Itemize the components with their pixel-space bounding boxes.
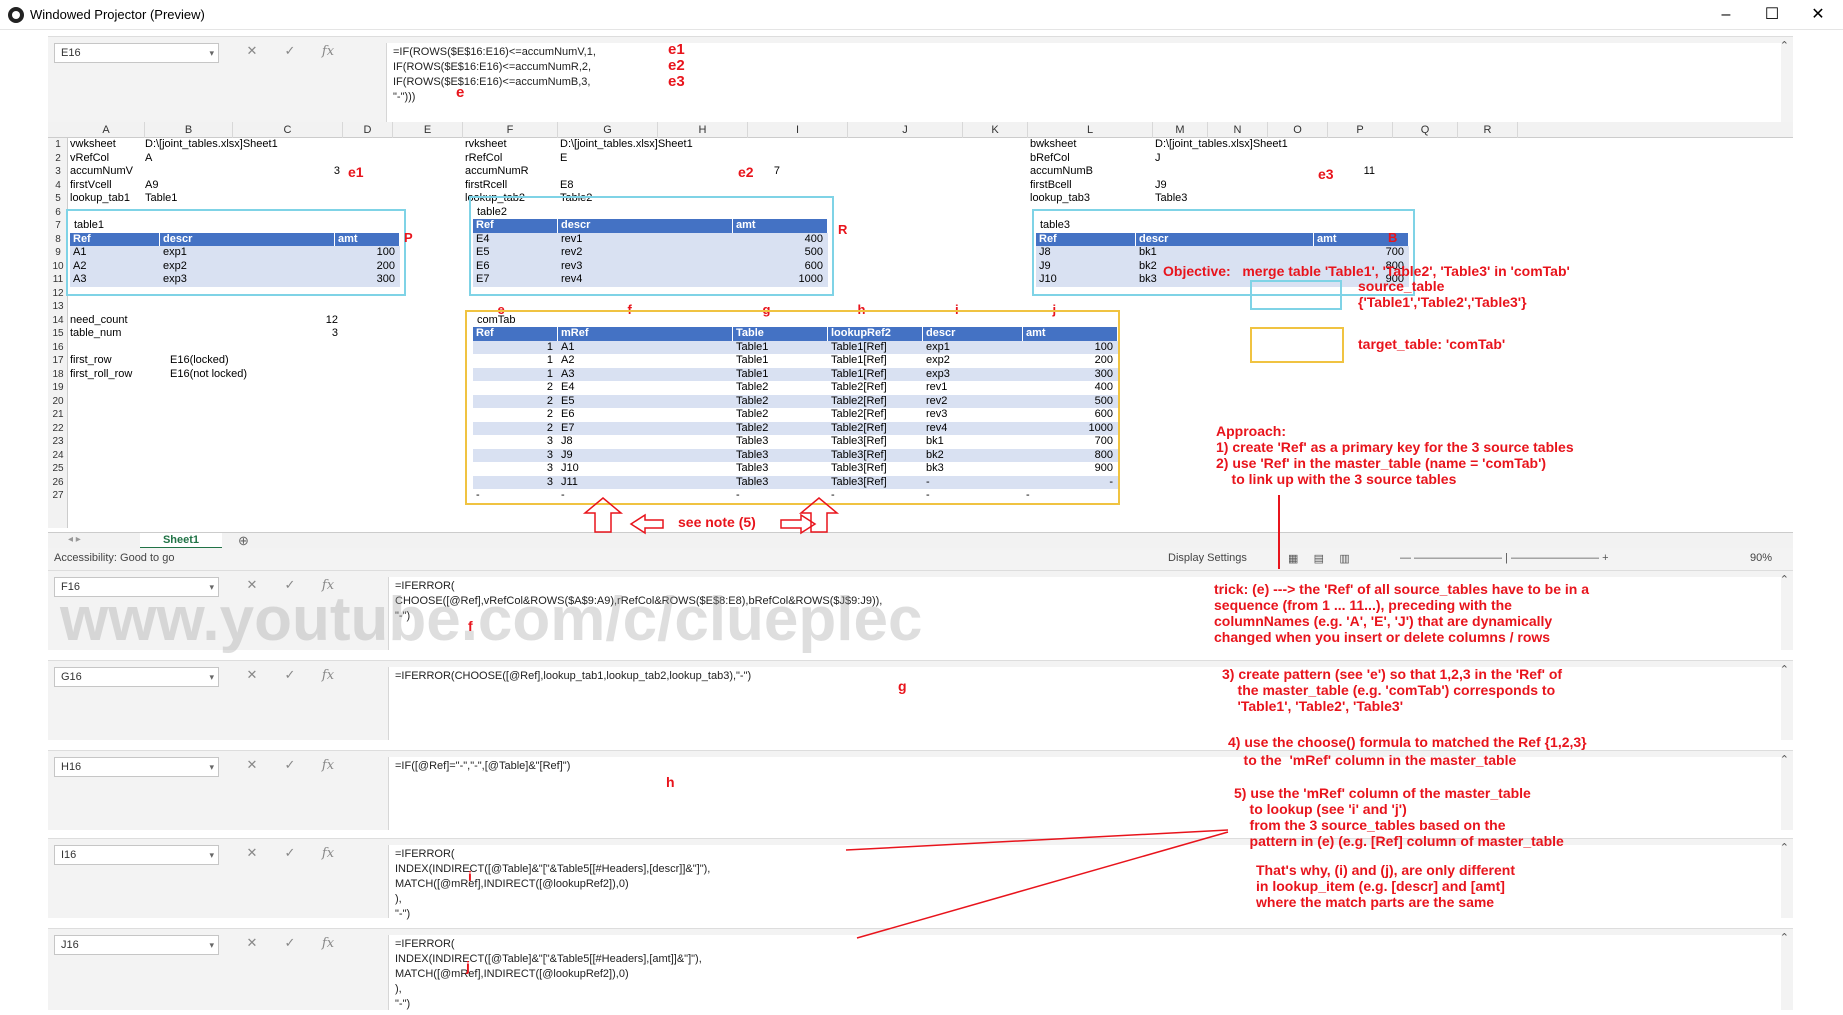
formula-tag-i: i	[468, 868, 472, 884]
pointer-j	[856, 831, 1229, 939]
formula-tag-f: f	[468, 618, 473, 634]
minimize-button[interactable]: –	[1703, 0, 1749, 30]
obs-logo-icon	[8, 7, 24, 23]
formula-tag-j: j	[466, 958, 470, 974]
projector-content: E16 ✕✓fx =IF(ROWS($E$16:E16)<=accumNumV,…	[48, 30, 1793, 1015]
arrow-left	[629, 513, 664, 535]
arrow-up-2	[798, 497, 840, 533]
window-titlebar: Windowed Projector (Preview) – ☐ ✕	[0, 0, 1843, 30]
formula-tag-h: h	[666, 774, 675, 790]
close-button[interactable]: ✕	[1795, 0, 1841, 30]
annotation-arrows	[582, 497, 1229, 939]
arrow-right	[780, 513, 817, 535]
window-title: Windowed Projector (Preview)	[30, 7, 205, 22]
arrow-up-1	[582, 497, 624, 533]
maximize-button[interactable]: ☐	[1749, 0, 1795, 30]
pointer-i	[845, 829, 1229, 851]
formula-tag-g: g	[898, 678, 907, 694]
